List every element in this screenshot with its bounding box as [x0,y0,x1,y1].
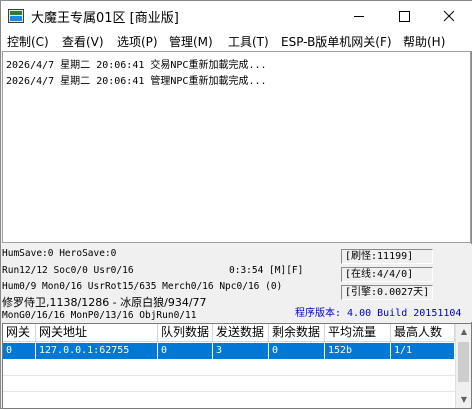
maximize-icon [399,11,410,22]
row-divider [3,375,455,376]
vertical-scrollbar[interactable]: ▲ ▼ [455,324,471,408]
minimize-button[interactable] [336,1,381,31]
row-divider [3,391,455,392]
scroll-down-icon[interactable]: ▼ [456,392,471,408]
menu-manage[interactable]: 管理(M) [169,33,213,50]
cell-sent: 3 [213,343,269,359]
table-header: 网关 网关地址 队列数据 发送数据 剩余数据 平均流量 最高人数 [3,324,455,342]
app-window: 大魔王专属01区 [商业版] 控制(C) 查看(V) 选项(P) 管理(M) 工… [0,0,472,409]
column-header[interactable]: 队列数据 [158,324,213,342]
cell-avg-traffic: 152b [325,343,391,359]
cell-queue: 0 [158,343,213,359]
column-header[interactable]: 发送数据 [213,324,269,342]
log-panel[interactable]: 2026/4/7 星期二 20:06:41 交易NPC重新加載完成... 202… [2,51,471,243]
save-status: HumSave:0 HeroSave:0 [2,248,117,259]
cell-address: 127.0.0.1:62755 [36,343,158,359]
close-button[interactable] [426,1,471,31]
cell-remaining: 0 [269,343,325,359]
entity-status: Hum0/9 Mon0/16 UsrRot15/635 Merch0/16 Np… [2,281,283,292]
title-bar[interactable]: 大魔王专属01区 [商业版] [1,1,472,31]
log-line: 2026/4/7 星期二 20:06:41 管理NPC重新加載完成... [6,76,267,87]
version-label: 程序版本: 4.00 Build 20151104 [295,308,462,319]
window-title: 大魔王专属01区 [商业版] [31,11,179,26]
status-panel: HumSave:0 HeroSave:0 Run12/12 Soc0/0 Usr… [2,244,472,322]
maximize-button[interactable] [381,1,426,31]
cell-gateway: 0 [3,343,36,359]
menu-tools[interactable]: 工具(T) [228,33,269,50]
run-status: Run12/12 Soc0/0 Usr0/16 [2,265,134,276]
gateway-table: 网关 网关地址 队列数据 发送数据 剩余数据 平均流量 最高人数 0 127.0… [2,323,472,409]
log-line: 2026/4/7 星期二 20:06:41 交易NPC重新加載完成... [6,60,267,71]
table-row[interactable]: 0 127.0.0.1:62755 0 3 0 152b 1/1 [3,343,455,359]
menu-esp-gateway[interactable]: ESP-B版单机网关(F) [281,33,392,50]
menu-bar: 控制(C) 查看(V) 选项(P) 管理(M) 工具(T) ESP-B版单机网关… [1,31,472,51]
scroll-thumb[interactable] [458,342,469,382]
app-icon [8,9,24,23]
scroll-up-icon[interactable]: ▲ [456,324,471,340]
monster-gen-status: MonG0/16/16 MonP0/13/16 ObjRun0/11 [2,310,197,321]
column-header[interactable]: 剩余数据 [269,324,325,342]
menu-control[interactable]: 控制(C) [7,33,49,50]
menu-help[interactable]: 帮助(H) [403,33,445,50]
menu-view[interactable]: 查看(V) [62,33,104,50]
refresh-monster-box: [刷怪:11199] [341,249,433,264]
close-icon [443,10,455,22]
column-header[interactable]: 网关 [3,324,36,342]
monster-status: 修罗侍卫,1138/1286 - 冰原白狼/934/77 [2,296,207,309]
menu-options[interactable]: 选项(P) [117,33,158,50]
uptime-status: 0:3:54 [M][F] [229,265,304,276]
engine-box: [引擎:0.0027天] [341,285,433,300]
online-box: [在线:4/4/0] [341,267,433,282]
cell-max-users: 1/1 [391,343,455,359]
minimize-icon [354,16,364,17]
column-header[interactable]: 最高人数 [391,324,455,342]
column-header[interactable]: 网关地址 [36,324,158,342]
column-header[interactable]: 平均流量 [325,324,391,342]
